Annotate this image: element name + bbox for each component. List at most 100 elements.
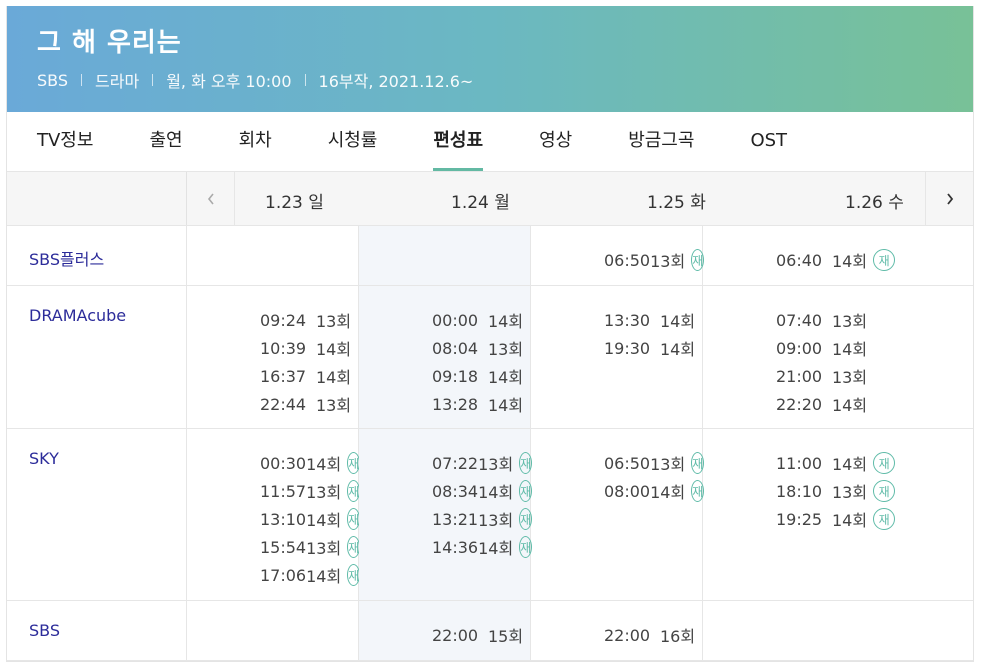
meta-divider bbox=[304, 74, 306, 86]
air-time: 22:44 bbox=[260, 394, 307, 414]
schedule-entry: 18:10 13회 재 bbox=[703, 477, 927, 505]
rerun-badge: 재 bbox=[873, 508, 896, 530]
air-time: 15:54 bbox=[260, 537, 307, 557]
air-time: 00:00 bbox=[432, 310, 479, 330]
day-cell: 06:50 13회 재 08:00 14회 재 bbox=[531, 429, 705, 600]
episode-number: 14회 bbox=[660, 340, 696, 359]
episode-number: 13회 bbox=[832, 483, 868, 502]
episode-number: 14회 bbox=[316, 368, 352, 387]
date-header: 1.26 수 bbox=[845, 193, 904, 213]
schedule-entry: 13:21 13회 재 bbox=[359, 505, 533, 533]
episode-number: 14회 bbox=[488, 312, 524, 331]
day-cell: 06:50 13회 재 bbox=[531, 226, 705, 285]
meta-broadcaster[interactable]: SBS bbox=[37, 71, 68, 90]
chevron-left-icon bbox=[207, 193, 214, 204]
air-time: 13:21 bbox=[432, 509, 479, 529]
episode-number: 14회 bbox=[832, 252, 868, 271]
episode-number: 13회 bbox=[650, 252, 686, 271]
schedule-entry: 06:50 13회 재 bbox=[531, 246, 705, 274]
program-title[interactable]: 그 해 우리는 bbox=[37, 26, 973, 60]
schedule-row: SBS플러스 06:50 13회 재 06:40 14회 재 bbox=[7, 226, 973, 286]
day-cell: 22:00 15회 bbox=[359, 601, 531, 660]
episode-number: 14회 bbox=[316, 340, 352, 359]
episode-number: 14회 bbox=[306, 567, 342, 586]
rerun-badge: 재 bbox=[873, 452, 896, 474]
air-time: 19:30 bbox=[604, 338, 651, 358]
schedule-entry: 19:25 14회 재 bbox=[703, 505, 927, 533]
channel-name[interactable]: SBS플러스 bbox=[7, 226, 187, 285]
episode-number: 13회 bbox=[832, 312, 868, 331]
air-time: 08:34 bbox=[432, 481, 479, 501]
schedule-entry: 19:30 14회 bbox=[531, 334, 702, 362]
schedule-row: DRAMAcube 09:24 13회 10:39 14회 16:37 14회 22:44 13… bbox=[7, 286, 973, 429]
rerun-badge: 재 bbox=[873, 249, 896, 271]
tab-0[interactable]: TV정보 bbox=[37, 112, 93, 171]
episode-number: 13회 bbox=[832, 368, 868, 387]
episode-number: 13회 bbox=[478, 511, 514, 530]
tab-2[interactable]: 회차 bbox=[239, 112, 272, 171]
day-cell: 11:00 14회 재 18:10 13회 재 19:25 14회 재 bbox=[703, 429, 927, 600]
schedule-entry: 21:00 13회 bbox=[703, 362, 927, 390]
date-header: 1.24 월 bbox=[451, 193, 510, 213]
schedule-entry: 22:00 15회 bbox=[359, 621, 530, 649]
day-cell bbox=[187, 601, 359, 660]
schedule-entry: 08:04 13회 bbox=[359, 334, 530, 362]
schedule-entry: 06:40 14회 재 bbox=[703, 246, 927, 274]
episode-number: 14회 bbox=[488, 396, 524, 415]
air-time: 06:50 bbox=[604, 453, 651, 473]
air-time: 13:30 bbox=[604, 310, 651, 330]
next-dates-button[interactable] bbox=[925, 172, 973, 225]
channel-name[interactable]: SKY bbox=[7, 429, 187, 600]
episode-number: 13회 bbox=[306, 539, 342, 558]
tab-7[interactable]: OST bbox=[750, 112, 787, 171]
meta-episodes: 16부작, 2021.12.6~ bbox=[318, 72, 474, 91]
schedule-entry: 22:20 14회 bbox=[703, 390, 927, 418]
air-time: 19:25 bbox=[776, 509, 823, 529]
schedule-grid: SBS플러스 06:50 13회 재 06:40 14회 재 DRAMAcube 09:24 13… bbox=[7, 226, 973, 661]
date-bar: 1.23 일 1.24 월 1.25 화 1.26 수 bbox=[7, 172, 973, 226]
meta-divider bbox=[152, 74, 154, 86]
date-header: 1.23 일 bbox=[265, 193, 324, 213]
tab-4[interactable]: 편성표 bbox=[433, 112, 483, 171]
tab-1[interactable]: 출연 bbox=[149, 112, 182, 171]
air-time: 16:37 bbox=[260, 366, 307, 386]
schedule-entry: 16:37 14회 bbox=[187, 362, 358, 390]
air-time: 11:00 bbox=[776, 453, 823, 473]
channel-name[interactable]: SBS bbox=[7, 601, 187, 660]
schedule-entry: 15:54 13회 재 bbox=[187, 533, 361, 561]
air-time: 22:20 bbox=[776, 394, 823, 414]
air-time: 06:50 bbox=[604, 250, 651, 270]
episode-number: 14회 bbox=[660, 312, 696, 331]
tab-5[interactable]: 영상 bbox=[539, 112, 572, 171]
day-cell bbox=[359, 226, 531, 285]
schedule-entry: 09:18 14회 bbox=[359, 362, 530, 390]
episode-number: 16회 bbox=[660, 627, 696, 646]
prev-dates-button[interactable] bbox=[187, 172, 235, 225]
chevron-right-icon bbox=[946, 192, 953, 205]
schedule-entry: 13:30 14회 bbox=[531, 306, 702, 334]
channel-name[interactable]: DRAMAcube bbox=[7, 286, 187, 428]
day-cell: 07:22 13회 재 08:34 14회 재 13:21 13회 재 14:36 14회 재 bbox=[359, 429, 533, 600]
air-time: 13:28 bbox=[432, 394, 479, 414]
air-time: 10:39 bbox=[260, 338, 307, 358]
air-time: 13:10 bbox=[260, 509, 307, 529]
program-meta: SBS 드라마 월, 화 오후 10:00 16부작, 2021.12.6~ bbox=[37, 68, 973, 92]
episode-number: 14회 bbox=[832, 396, 868, 415]
air-time: 17:06 bbox=[260, 565, 307, 585]
tab-6[interactable]: 방금그곡 bbox=[628, 112, 694, 171]
day-cell: 13:30 14회 19:30 14회 bbox=[531, 286, 703, 428]
schedule-entry: 13:28 14회 bbox=[359, 390, 530, 418]
air-time: 22:00 bbox=[604, 625, 651, 645]
schedule-entry: 11:00 14회 재 bbox=[703, 449, 927, 477]
tab-3[interactable]: 시청률 bbox=[328, 112, 378, 171]
schedule-entry: 13:10 14회 재 bbox=[187, 505, 361, 533]
air-time: 08:04 bbox=[432, 338, 479, 358]
day-cell: 00:30 14회 재 11:57 13회 재 13:10 14회 재 15:54 13회 재 17:0… bbox=[187, 429, 361, 600]
air-time: 09:24 bbox=[260, 310, 307, 330]
meta-airtime: 월, 화 오후 10:00 bbox=[166, 72, 292, 91]
schedule-entry: 07:40 13회 bbox=[703, 306, 927, 334]
episode-number: 15회 bbox=[488, 627, 524, 646]
day-cell: 06:40 14회 재 bbox=[703, 226, 927, 285]
schedule-entry: 10:39 14회 bbox=[187, 334, 358, 362]
date-bar-corner bbox=[7, 172, 187, 225]
